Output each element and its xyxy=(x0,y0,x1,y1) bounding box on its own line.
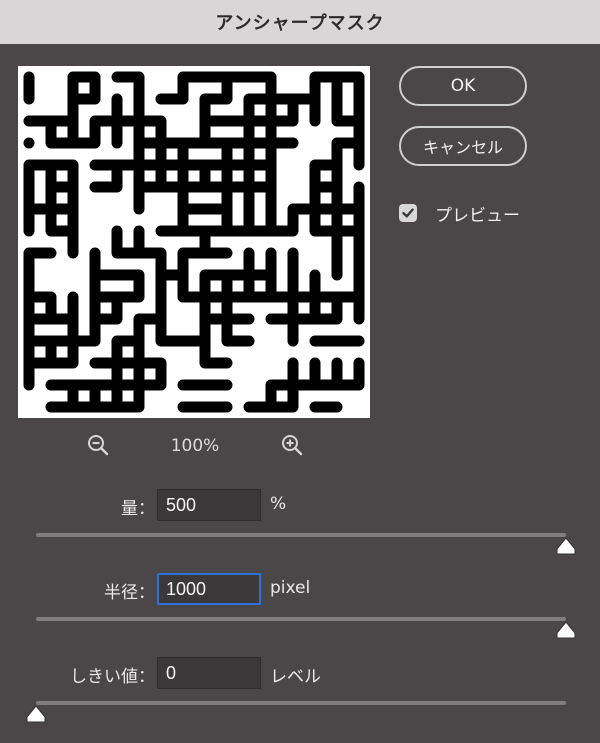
amount-label: 量： xyxy=(121,499,155,519)
amount-row: 量： % xyxy=(0,489,600,521)
radius-label: 半径： xyxy=(104,583,155,603)
preview-checkbox[interactable] xyxy=(399,204,417,222)
preview-checkbox-row[interactable]: プレビュー xyxy=(399,202,520,226)
threshold-slider-track[interactable] xyxy=(36,701,566,705)
radius-slider[interactable] xyxy=(36,617,576,641)
threshold-unit: レベル xyxy=(270,667,321,687)
radius-slider-track[interactable] xyxy=(36,617,566,621)
threshold-input[interactable] xyxy=(157,657,261,689)
threshold-label: しきい値： xyxy=(70,667,155,687)
pattern-strokes xyxy=(23,71,365,413)
checkmark-icon xyxy=(402,208,414,218)
ok-button[interactable]: OK xyxy=(399,66,527,106)
radius-slider-thumb[interactable] xyxy=(556,621,576,639)
threshold-row: しきい値： レベル xyxy=(0,657,600,689)
radius-unit: pixel xyxy=(270,578,311,598)
cancel-button[interactable]: キャンセル xyxy=(399,126,527,166)
zoom-level: 100% xyxy=(170,436,220,456)
amount-slider-track[interactable] xyxy=(36,533,566,537)
preview-image[interactable] xyxy=(18,66,370,418)
threshold-slider[interactable] xyxy=(26,701,566,725)
radius-row: 半径： pixel xyxy=(0,573,600,605)
zoom-in-icon[interactable] xyxy=(280,433,304,457)
amount-slider-thumb[interactable] xyxy=(556,537,576,555)
preview-label: プレビュー xyxy=(435,205,520,226)
amount-unit: % xyxy=(270,494,287,514)
dialog-title: アンシャープマスク xyxy=(0,0,600,44)
reaction-diffusion-pattern xyxy=(23,71,365,413)
radius-input[interactable] xyxy=(157,573,261,605)
amount-slider[interactable] xyxy=(36,533,576,557)
amount-input[interactable] xyxy=(157,489,261,521)
unsharp-mask-dialog: アンシャープマスク OK キャンセル プレビュー 100% 量： % xyxy=(0,0,600,743)
zoom-out-icon[interactable] xyxy=(86,433,110,457)
threshold-slider-thumb[interactable] xyxy=(26,705,46,723)
